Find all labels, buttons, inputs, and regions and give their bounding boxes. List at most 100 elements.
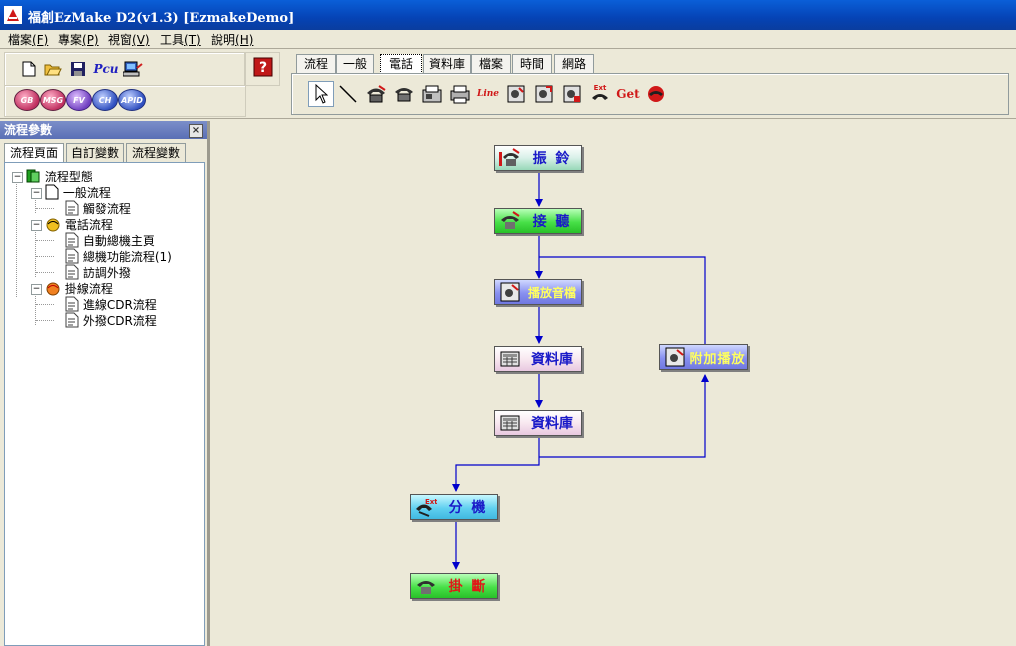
fax-icon[interactable]: [420, 82, 444, 106]
tree-item-label: 訪調外撥: [82, 266, 131, 280]
flow-page-icon: [65, 232, 79, 248]
tab-general[interactable]: 一般: [336, 54, 374, 73]
flow-page-icon: [65, 248, 79, 264]
gb-button[interactable]: GB: [14, 89, 40, 111]
tree-line: [36, 240, 54, 241]
tree-line: [36, 208, 54, 209]
tree-item-trigger-flow[interactable]: 觸發流程: [65, 200, 131, 216]
tab-network[interactable]: 網路: [554, 54, 594, 73]
tree-group-general[interactable]: 一般流程: [45, 184, 111, 200]
svg-text:?: ?: [259, 60, 267, 76]
new-file-icon[interactable]: [18, 58, 40, 80]
node-label: 資料庫: [531, 352, 573, 368]
pointer-tool-icon[interactable]: [308, 81, 334, 107]
tab-phone[interactable]: 電話: [380, 54, 422, 74]
tree-collapse-toggle[interactable]: −: [12, 172, 23, 183]
tab-custom-vars[interactable]: 自訂變數: [66, 143, 124, 162]
network-computer-icon[interactable]: [122, 58, 144, 80]
flow-canvas[interactable]: 振 鈴 接 聽 播放音檔 資料庫 資料庫 附加播放 Ext 分 機 掛 斷: [210, 121, 1016, 646]
tab-time[interactable]: 時間: [512, 54, 552, 73]
menu-file[interactable]: 檔案(F): [8, 31, 48, 48]
panel-title-text: 流程參數: [4, 123, 53, 137]
tab-database[interactable]: 資料庫: [423, 54, 471, 73]
tree-root[interactable]: 流程型態: [25, 168, 93, 184]
help-book-icon[interactable]: ?: [252, 56, 274, 78]
play-voice-icon: [662, 346, 688, 368]
menu-tools[interactable]: 工具(T): [160, 31, 201, 48]
play-voice-icon[interactable]: [504, 82, 528, 106]
tree-line: [35, 225, 36, 277]
tree-group-label: 電話流程: [64, 218, 113, 232]
node-label: 附加播放: [689, 351, 746, 367]
tree-item-inbound-cdr[interactable]: 進線CDR流程: [65, 296, 157, 312]
menubar-divider: [0, 48, 1016, 49]
tree-item-auto-attendant[interactable]: 自動總機主頁: [65, 232, 155, 248]
phone-group-icon: [46, 218, 60, 232]
tree-item-label: 自動總機主頁: [82, 234, 155, 248]
pcu-button[interactable]: Pcu: [92, 58, 120, 80]
apid-button[interactable]: APID: [118, 89, 146, 111]
panel-close-button[interactable]: ×: [189, 124, 203, 138]
flow-node-ring[interactable]: 振 鈴: [494, 145, 582, 171]
tree-line: [16, 177, 17, 297]
menu-view[interactable]: 視窗(V): [108, 31, 150, 48]
tree-group-phone[interactable]: 電話流程: [45, 216, 113, 232]
open-folder-icon[interactable]: [42, 58, 64, 80]
tree-group-hangup[interactable]: 掛線流程: [45, 280, 113, 296]
tree-item-label: 外撥CDR流程: [82, 314, 157, 328]
tree-line: [36, 320, 54, 321]
flow-parameter-panel: 流程參數 × 流程頁面 自訂變數 流程變數 − 流程型態 − 一般流程 觸發流程: [0, 121, 207, 646]
flow-node-database-2[interactable]: 資料庫: [494, 410, 582, 436]
document-icon: [45, 184, 59, 200]
phone-ring-icon[interactable]: [364, 82, 388, 106]
database-icon: [497, 412, 523, 434]
line-tool-icon[interactable]: [336, 82, 360, 106]
line-status-button[interactable]: Line: [476, 82, 500, 106]
tree-collapse-toggle[interactable]: −: [31, 188, 42, 199]
tree-item-survey-outbound[interactable]: 訪調外撥: [65, 264, 131, 280]
hangup-phone-icon: [413, 575, 439, 597]
extension-transfer-icon: Ext: [413, 496, 439, 518]
flow-node-answer[interactable]: 接 聽: [494, 208, 582, 234]
component-palette: Line Ext Get: [291, 73, 1009, 115]
flow-node-play[interactable]: 播放音檔: [494, 279, 582, 305]
record-voice-icon[interactable]: [532, 82, 556, 106]
title-bar: 福創EzMake D2(v1.3) [EzmakeDemo]: [0, 0, 1016, 30]
tree-collapse-toggle[interactable]: −: [31, 220, 42, 231]
printer-icon[interactable]: [448, 82, 472, 106]
hangup-group-icon: [46, 282, 60, 296]
app-logo-icon: [4, 6, 22, 24]
tree-item-label: 觸發流程: [82, 202, 131, 216]
tree-group-label: 一般流程: [62, 186, 111, 200]
get-digits-button[interactable]: Get: [616, 82, 640, 106]
ring-phone-icon: [497, 147, 523, 169]
flow-node-hangup[interactable]: 掛 斷: [410, 573, 498, 599]
save-icon[interactable]: [67, 58, 89, 80]
flow-node-database-1[interactable]: 資料庫: [494, 346, 582, 372]
dtmf-input-icon[interactable]: [560, 82, 584, 106]
flow-tree: − 流程型態 − 一般流程 觸發流程 − 電話流程 自動總機主頁 總機功能流程(…: [4, 162, 205, 646]
tab-flow[interactable]: 流程: [296, 54, 336, 73]
hangup-icon[interactable]: [644, 82, 668, 106]
panel-title: 流程參數 ×: [0, 121, 207, 139]
tab-file[interactable]: 檔案: [471, 54, 511, 73]
extension-transfer-icon[interactable]: Ext: [588, 82, 612, 106]
menu-bar: 檔案(F) 專案(P) 視窗(V) 工具(T) 說明(H): [0, 30, 1016, 48]
tree-item-attendant-function[interactable]: 總機功能流程(1): [65, 248, 172, 264]
tree-line: [36, 256, 54, 257]
tab-flow-vars[interactable]: 流程變數: [126, 143, 186, 162]
node-label: 播放音檔: [527, 285, 576, 300]
msg-button[interactable]: MSG: [40, 89, 66, 111]
tree-item-outbound-cdr[interactable]: 外撥CDR流程: [65, 312, 157, 328]
menu-help[interactable]: 說明(H): [211, 31, 253, 48]
flow-node-append-play[interactable]: 附加播放: [659, 344, 748, 370]
fv-button[interactable]: FV: [66, 89, 92, 111]
tree-collapse-toggle[interactable]: −: [31, 284, 42, 295]
tab-flow-pages[interactable]: 流程頁面: [4, 143, 64, 163]
phone-answer-icon[interactable]: [392, 82, 416, 106]
ch-button[interactable]: CH: [92, 89, 118, 111]
menu-project[interactable]: 專案(P): [58, 31, 99, 48]
node-label: 分 機: [448, 500, 488, 516]
node-label: 接 聽: [532, 214, 572, 230]
flow-node-extension[interactable]: Ext 分 機: [410, 494, 498, 520]
